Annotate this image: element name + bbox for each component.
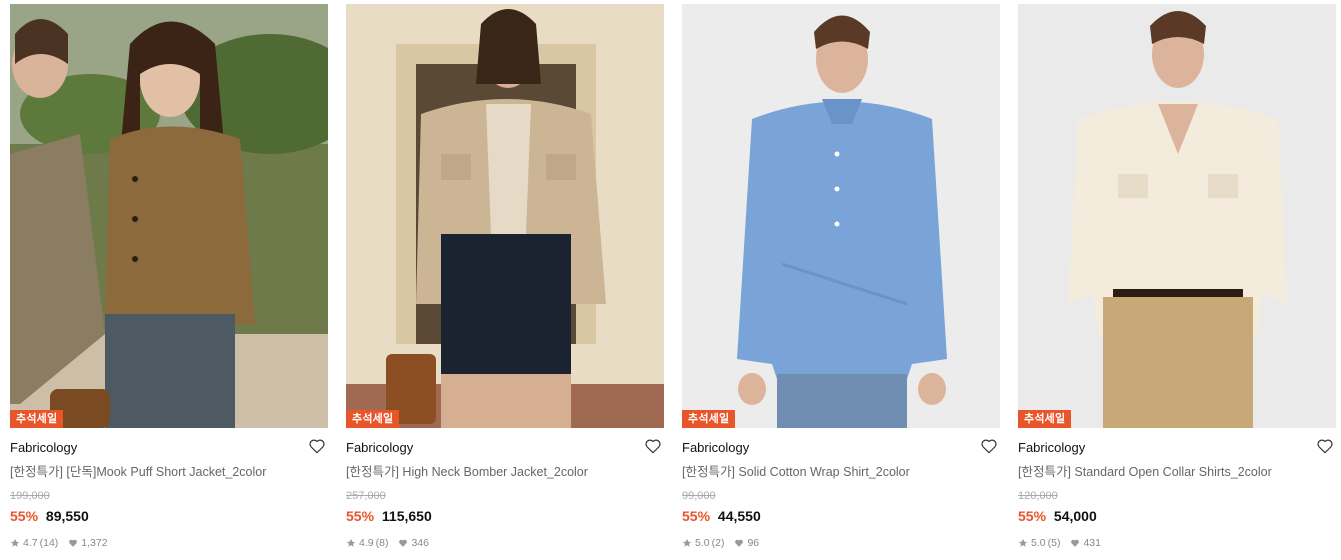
rating-value: 4.9 — [359, 537, 374, 549]
price-row: 55% 54,000 — [1018, 508, 1336, 524]
original-price: 99,000 — [682, 490, 716, 502]
rating-value: 5.0 — [695, 537, 710, 549]
product-stats: 4.7 (14) 1,372 — [10, 536, 328, 550]
discount-rate: 55% — [682, 508, 711, 524]
like-count: 431 — [1083, 537, 1101, 549]
product-image[interactable]: 추석세일 — [346, 4, 664, 428]
heart-outline-icon[interactable] — [980, 437, 998, 455]
product-title[interactable]: [한정특가] Solid Cotton Wrap Shirt_2color — [682, 464, 1000, 480]
original-price: 120,000 — [1018, 490, 1058, 502]
product-stats: 4.9 (8) 346 — [346, 536, 664, 550]
sale-price: 89,550 — [45, 508, 89, 524]
rating-value: 5.0 — [1031, 537, 1046, 549]
sale-price: 44,550 — [717, 508, 761, 524]
star-icon — [682, 538, 692, 547]
heart-filled-icon — [735, 539, 744, 547]
product-card[interactable]: 추석세일 Fabricology [한정특가] High Neck Bomber… — [346, 4, 664, 556]
original-price: 257,000 — [346, 490, 386, 502]
heart-filled-icon — [1071, 539, 1080, 547]
product-stats: 5.0 (5) 431 — [1018, 536, 1336, 550]
price-row: 55% 44,550 — [682, 508, 1000, 524]
brand-name[interactable]: Fabricology — [682, 440, 1000, 456]
price-row: 55% 115,650 — [346, 508, 664, 524]
product-image[interactable]: 추석세일 — [682, 4, 1000, 428]
discount-rate: 55% — [10, 508, 39, 524]
star-icon — [1018, 538, 1028, 547]
heart-outline-icon[interactable] — [644, 437, 662, 455]
heart-filled-icon — [69, 539, 78, 547]
product-photo-jacket-outdoor — [10, 4, 328, 428]
sale-badge: 추석세일 — [346, 410, 400, 428]
sale-price: 54,000 — [1053, 508, 1097, 524]
product-image[interactable]: 추석세일 — [1018, 4, 1336, 428]
product-title[interactable]: [한정특가] [단독]Mook Puff Short Jacket_2color — [10, 464, 328, 480]
product-image[interactable]: 추석세일 — [10, 4, 328, 428]
sale-badge: 추석세일 — [10, 410, 64, 428]
sale-badge: 추석세일 — [682, 410, 736, 428]
product-card[interactable]: 추석세일 Fabricology [한정특가] Standard Open Co… — [1018, 4, 1336, 556]
heart-filled-icon — [399, 539, 408, 547]
like-count: 1,372 — [81, 537, 108, 549]
review-count: (14) — [39, 537, 59, 549]
brand-name[interactable]: Fabricology — [1018, 440, 1336, 456]
review-count: (5) — [1047, 537, 1061, 549]
sale-badge: 추석세일 — [1018, 410, 1072, 428]
discount-rate: 55% — [346, 508, 375, 524]
star-icon — [10, 538, 20, 547]
original-price: 199,000 — [10, 490, 50, 502]
product-card[interactable]: 추석세일 Fabricology [한정특가] Solid Cotton Wra… — [682, 4, 1000, 556]
product-photo-open-collar-shirt — [1018, 4, 1336, 428]
product-card[interactable]: 추석세일 Fabricology [한정특가] [단독]Mook Puff Sh… — [10, 4, 328, 556]
heart-outline-icon[interactable] — [308, 437, 326, 455]
heart-outline-icon[interactable] — [1316, 437, 1334, 455]
product-title[interactable]: [한정특가] Standard Open Collar Shirts_2colo… — [1018, 464, 1336, 480]
price-row: 55% 89,550 — [10, 508, 328, 524]
rating-value: 4.7 — [23, 537, 38, 549]
brand-name[interactable]: Fabricology — [10, 440, 328, 456]
like-count: 96 — [747, 537, 760, 549]
product-photo-wrap-shirt — [682, 4, 1000, 428]
brand-name[interactable]: Fabricology — [346, 440, 664, 456]
product-photo-bomber-jacket — [346, 4, 664, 428]
sale-price: 115,650 — [381, 508, 432, 524]
like-count: 346 — [411, 537, 429, 549]
product-grid: 추석세일 Fabricology [한정특가] [단독]Mook Puff Sh… — [0, 0, 1341, 560]
star-icon — [346, 538, 356, 547]
review-count: (8) — [375, 537, 389, 549]
discount-rate: 55% — [1018, 508, 1047, 524]
review-count: (2) — [711, 537, 725, 549]
product-title[interactable]: [한정특가] High Neck Bomber Jacket_2color — [346, 464, 664, 480]
product-stats: 5.0 (2) 96 — [682, 536, 1000, 550]
